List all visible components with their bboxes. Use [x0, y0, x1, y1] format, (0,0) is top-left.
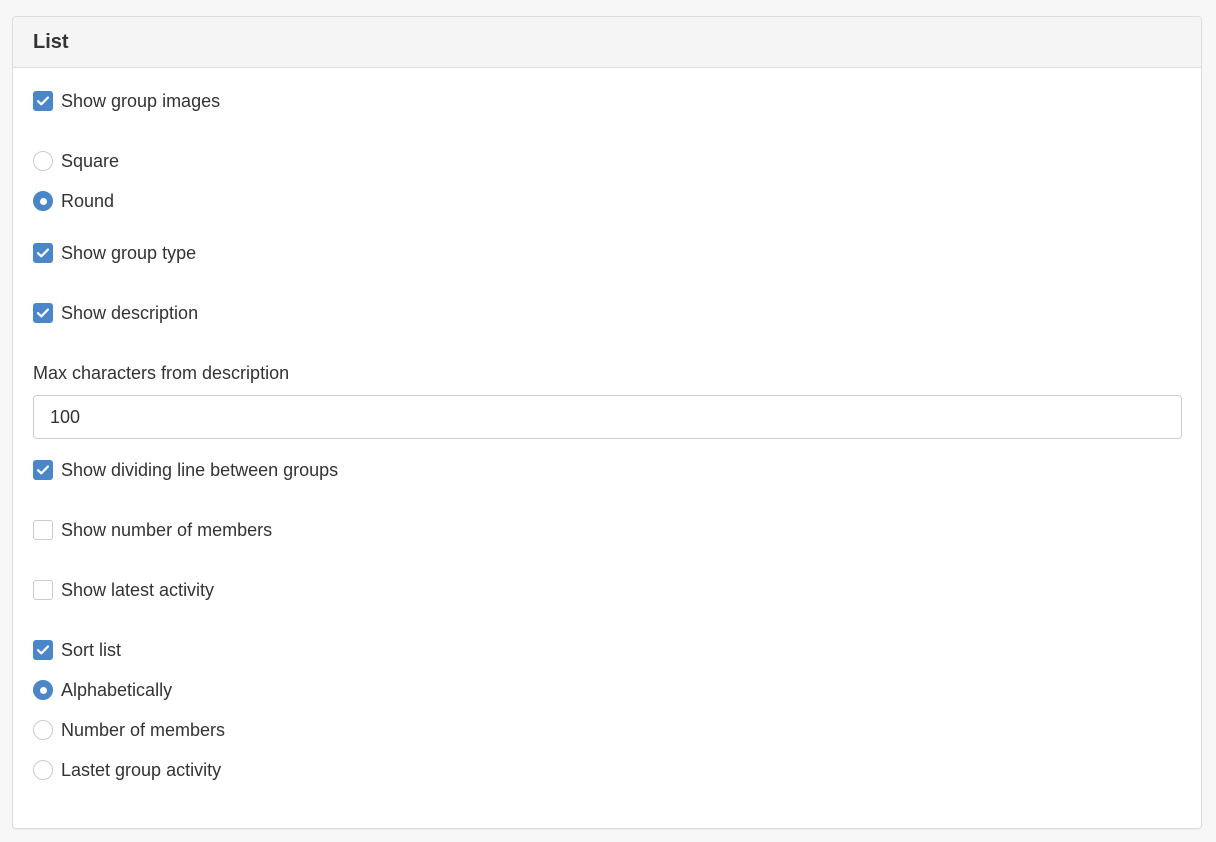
max-characters-label: Max characters from description — [33, 363, 290, 383]
show-number-of-members-option[interactable]: Show number of members — [33, 519, 272, 541]
number-of-members-label: Number of members — [61, 720, 226, 740]
checkmark-icon — [37, 465, 49, 475]
show-group-type-option[interactable]: Show group type — [33, 242, 196, 264]
show-dividing-line-option[interactable]: Show dividing line between groups — [33, 459, 338, 481]
checkmark-icon — [37, 308, 49, 318]
show-latest-activity-label: Show latest activity — [61, 580, 215, 600]
show-description-label: Show description — [61, 303, 199, 323]
sort-list-label: Sort list — [61, 640, 122, 660]
square-label: Square — [61, 151, 120, 171]
sort-list-checkbox[interactable] — [33, 640, 53, 660]
panel-heading: List — [13, 17, 1201, 68]
alphabetically-radio[interactable] — [33, 680, 53, 700]
show-latest-activity-checkbox[interactable] — [33, 580, 53, 600]
image-shape-round-option[interactable]: Round — [33, 190, 114, 212]
round-radio[interactable] — [33, 191, 53, 211]
show-group-images-checkbox[interactable] — [33, 91, 53, 111]
sort-number-of-members-option[interactable]: Number of members — [33, 719, 225, 741]
checkmark-icon — [37, 96, 49, 106]
checkmark-icon — [37, 248, 49, 258]
round-label: Round — [61, 191, 115, 211]
list-settings-panel: List Show group images Square Round Show… — [12, 16, 1202, 829]
show-dividing-line-checkbox[interactable] — [33, 460, 53, 480]
show-group-images-option[interactable]: Show group images — [33, 90, 220, 112]
square-radio[interactable] — [33, 151, 53, 171]
sort-list-option[interactable]: Sort list — [33, 639, 121, 661]
latest-group-activity-radio[interactable] — [33, 760, 53, 780]
sort-alphabetically-option[interactable]: Alphabetically — [33, 679, 172, 701]
latest-group-activity-label: Lastet group activity — [61, 760, 222, 780]
image-shape-square-option[interactable]: Square — [33, 150, 119, 172]
sort-latest-activity-option[interactable]: Lastet group activity — [33, 759, 221, 781]
alphabetically-label: Alphabetically — [61, 680, 173, 700]
max-characters-input[interactable] — [33, 395, 1182, 439]
show-latest-activity-option[interactable]: Show latest activity — [33, 579, 214, 601]
show-group-images-label: Show group images — [61, 91, 221, 111]
show-description-option[interactable]: Show description — [33, 302, 198, 324]
show-number-of-members-checkbox[interactable] — [33, 520, 53, 540]
show-dividing-line-label: Show dividing line between groups — [61, 460, 339, 480]
number-of-members-radio[interactable] — [33, 720, 53, 740]
checkmark-icon — [37, 645, 49, 655]
show-group-type-checkbox[interactable] — [33, 243, 53, 263]
show-number-of-members-label: Show number of members — [61, 520, 273, 540]
show-description-checkbox[interactable] — [33, 303, 53, 323]
panel-title: List — [33, 31, 69, 53]
show-group-type-label: Show group type — [61, 243, 197, 263]
